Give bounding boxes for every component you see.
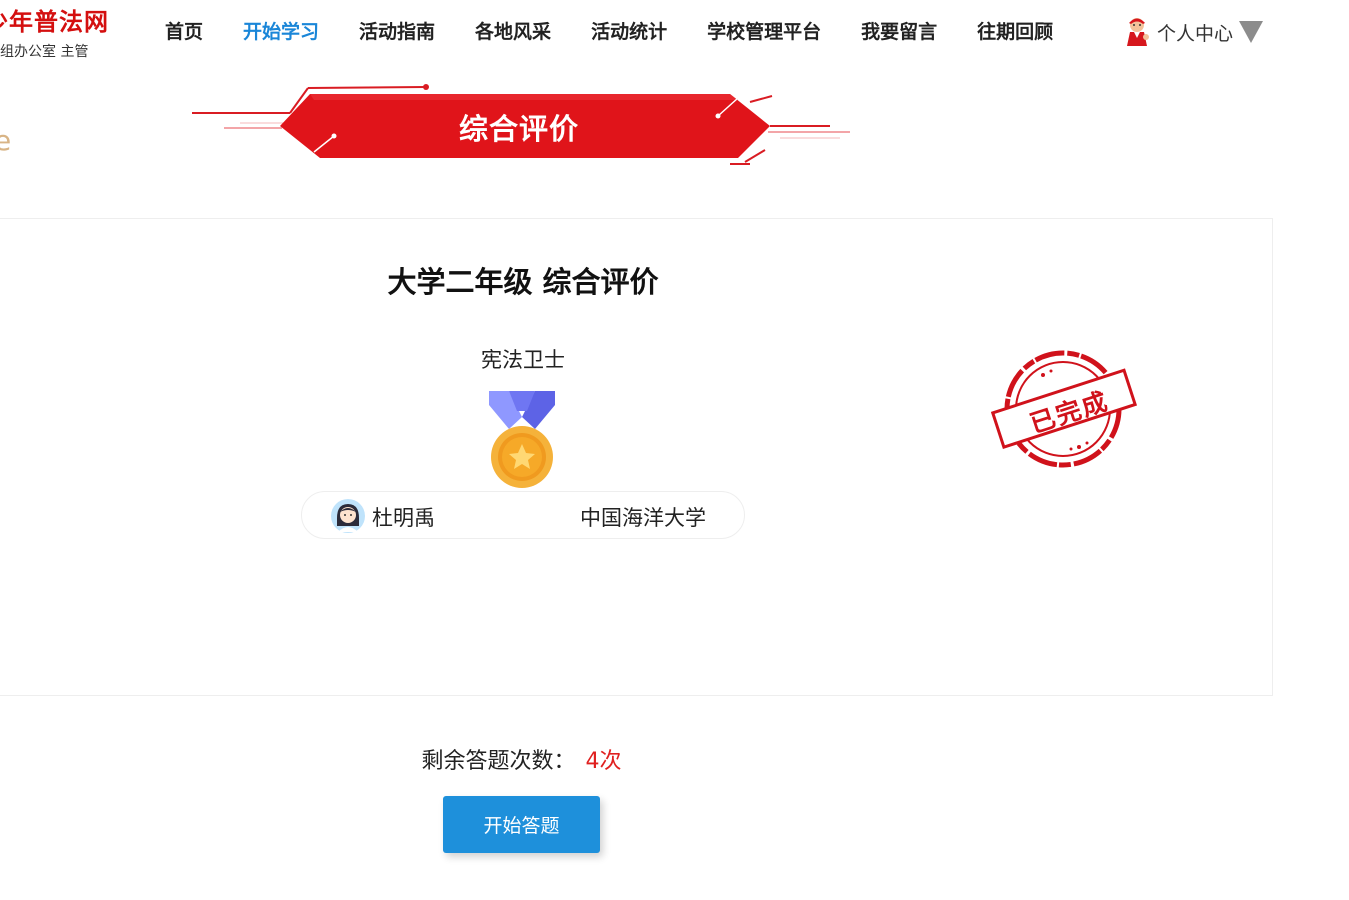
start-quiz-button[interactable]: 开始答题 <box>443 796 600 853</box>
nav-item-school-admin[interactable]: 学校管理平台 <box>687 16 841 48</box>
student-name: 杜明禹 <box>372 506 435 530</box>
nav-item-start-learning[interactable]: 开始学习 <box>223 16 339 48</box>
user-center-label: 个人中心 <box>1157 22 1234 45</box>
mascot-avatar-icon <box>1127 18 1149 46</box>
remaining-attempts-label: 剩余答题次数： <box>421 749 576 774</box>
remaining-attempts-value: 4次 <box>585 749 622 774</box>
nav-item-activity-stats[interactable]: 活动统计 <box>571 16 687 48</box>
student-school: 中国海洋大学 <box>580 506 706 530</box>
site-logo-title[interactable]: 少年普法网 <box>0 2 109 37</box>
main-nav: 首页 开始学习 活动指南 各地风采 活动统计 学校管理平台 我要留言 往期回顾 <box>145 16 1073 48</box>
nav-item-home[interactable]: 首页 <box>145 16 223 48</box>
remaining-attempts: 剩余答题次数： 4次 <box>0 743 1043 775</box>
nav-item-activity-guide[interactable]: 活动指南 <box>339 16 455 48</box>
section-banner: 综合评价 <box>190 80 854 172</box>
site-header: 少年普法网 小组办公室 主管 首页 开始学习 活动指南 各地风采 活动统计 学校… <box>0 0 1349 70</box>
nav-item-past-review[interactable]: 往期回顾 <box>957 16 1073 48</box>
user-center-menu[interactable]: 个人中心 <box>1121 14 1264 50</box>
partial-decorative-text: e <box>0 124 12 157</box>
nav-item-regional-showcase[interactable]: 各地风采 <box>455 16 571 48</box>
evaluation-card: 大学二年级 综合评价 宪法卫士 杜明禹 中国海洋大学 已完成 <box>0 218 1273 696</box>
caret-down-icon[interactable] <box>1239 21 1264 43</box>
banner-title: 综合评价 <box>458 112 579 146</box>
badge-name: 宪法卫士 <box>481 348 565 372</box>
student-avatar-icon <box>331 499 365 533</box>
site-logo-subtitle: 小组办公室 主管 <box>0 44 89 60</box>
evaluation-title: 大学二年级 综合评价 <box>387 265 659 299</box>
nav-item-leave-message[interactable]: 我要留言 <box>841 16 957 48</box>
completed-stamp: 已完成 <box>990 349 1138 469</box>
student-info-pill: 杜明禹 中国海洋大学 <box>301 491 745 539</box>
gold-medal-icon <box>489 391 555 488</box>
